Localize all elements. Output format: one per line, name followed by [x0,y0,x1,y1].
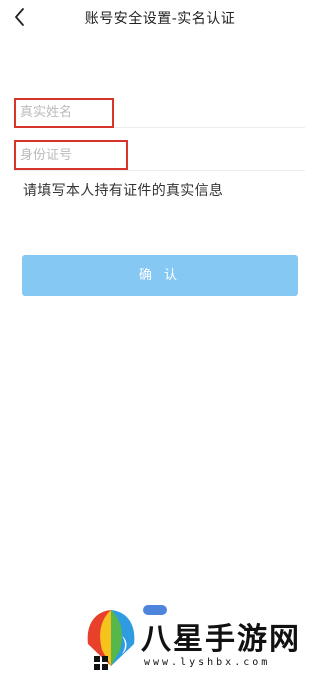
confirm-button[interactable]: 确 认 [22,255,298,296]
real-name-input[interactable] [14,97,305,127]
watermark-brand: 八星手游网 [141,622,301,657]
page-title: 账号安全设置-实名认证 [84,11,236,27]
hint-text: 请填写本人持有证件的真实信息 [23,183,224,199]
real-name-auth-page: 账号安全设置-实名认证 请填写本人持有证件的真实信息 确 认 八星手游网 www… [0,0,320,676]
site-watermark: 八星手游网 www.lyshbx.com [0,600,320,676]
watermark-url: www.lyshbx.com [144,657,271,668]
windows-logo-icon [94,656,108,670]
brand-logo-icon [87,610,135,666]
id-number-input[interactable] [14,140,305,170]
top-bar: 账号安全设置-实名认证 [0,0,320,36]
id-field[interactable] [14,140,305,171]
name-field[interactable] [14,97,305,128]
